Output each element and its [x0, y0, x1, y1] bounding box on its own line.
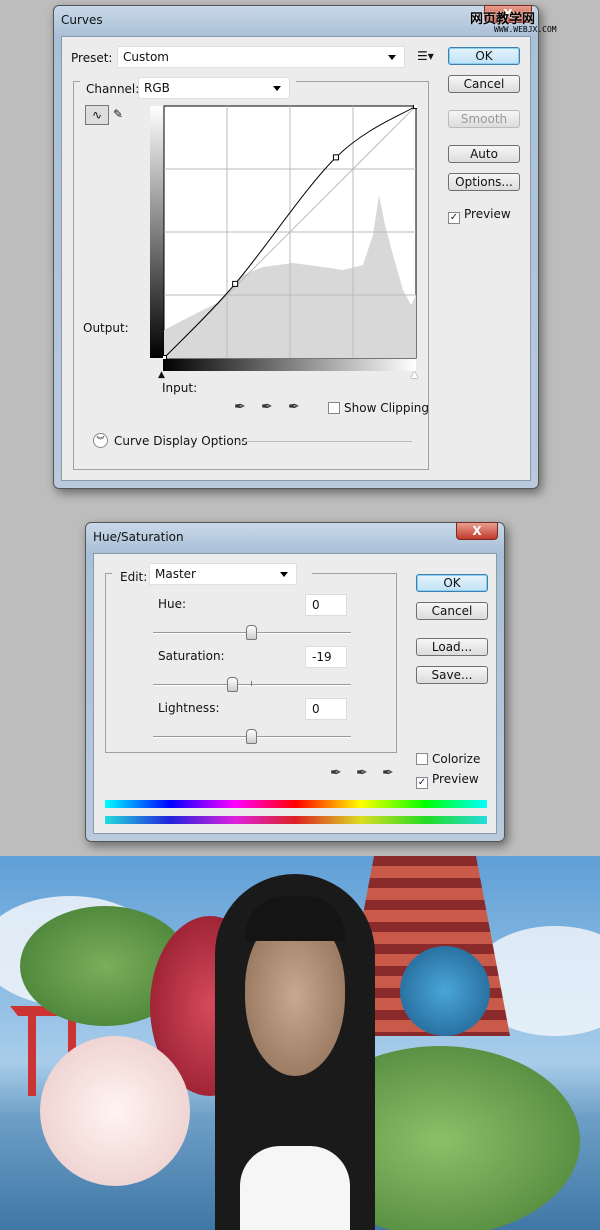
save-button[interactable]: Save... [416, 666, 488, 684]
black-point-slider[interactable]: ▲ [158, 370, 165, 380]
chevron-down-icon [280, 572, 288, 577]
lightness-slider-thumb[interactable] [246, 729, 257, 744]
hue-input[interactable]: 0 [305, 594, 347, 616]
saturation-label: Saturation: [158, 649, 225, 663]
preset-value: Custom [123, 50, 169, 64]
composite-artwork-image [0, 856, 600, 1230]
chevron-down-icon [273, 86, 281, 91]
curves-title: Curves [61, 13, 103, 27]
curve-control-point[interactable] [413, 105, 418, 109]
input-gradient [163, 359, 416, 371]
saturation-slider-track[interactable] [153, 684, 351, 686]
gray-eyedropper-icon[interactable]: ✒ [261, 399, 273, 415]
blue-flower [400, 946, 490, 1036]
white-shirt [240, 1146, 350, 1230]
cancel-button[interactable]: Cancel [448, 75, 520, 93]
lightness-label: Lightness: [158, 701, 220, 715]
curves-dialog: Curves Preset: Custom ☰▾ Channel: RGB ∿ … [53, 5, 539, 489]
output-gradient [150, 106, 164, 358]
curve-control-point[interactable] [232, 280, 239, 287]
input-hue-bar [105, 800, 487, 808]
edit-label: Edit: [120, 570, 148, 584]
auto-button[interactable]: Auto [448, 145, 520, 163]
white-eyedropper-icon[interactable]: ✒ [288, 399, 300, 415]
eyedropper-plus-icon[interactable]: ✒ [356, 765, 368, 781]
preview-checkbox[interactable]: ✓ Preview [448, 207, 511, 224]
curve-graph[interactable] [163, 105, 417, 359]
saturation-slider-thumb[interactable] [227, 677, 238, 692]
white-point-slider[interactable]: ▲ [411, 370, 418, 380]
channel-select[interactable]: RGB [138, 77, 290, 99]
preview-label: Preview [432, 772, 479, 786]
checkbox[interactable] [416, 753, 428, 765]
smooth-button[interactable]: Smooth [448, 110, 520, 128]
hue-slider-thumb[interactable] [246, 625, 257, 640]
checkbox[interactable] [328, 402, 340, 414]
eyedropper-icon[interactable]: ✒ [330, 765, 342, 781]
checkbox-checked[interactable]: ✓ [416, 777, 428, 789]
output-hue-bar [105, 816, 487, 824]
curves-body: Preset: Custom ☰▾ Channel: RGB ∿ ✎ Outpu… [61, 36, 531, 481]
channel-label: Channel: [86, 82, 140, 96]
checkbox-checked[interactable]: ✓ [448, 212, 460, 224]
hue-saturation-dialog: Hue/Saturation X Edit: Master Hue: 0 Sat… [85, 522, 505, 842]
black-eyedropper-icon[interactable]: ✒ [234, 399, 246, 415]
colorize-label: Colorize [432, 752, 481, 766]
input-label: Input: [162, 381, 198, 395]
preset-label: Preset: [71, 51, 113, 65]
saturation-input[interactable]: -19 [305, 646, 347, 668]
saturation-center-tick [251, 681, 252, 686]
edit-group [105, 573, 397, 753]
colorize-checkbox[interactable]: Colorize [416, 752, 480, 766]
channel-value: RGB [144, 81, 170, 95]
edit-select[interactable]: Master [149, 563, 297, 585]
preview-label: Preview [464, 207, 511, 221]
preview-checkbox[interactable]: ✓ Preview [416, 772, 479, 789]
curve-tool-icon[interactable]: ∿ [85, 105, 109, 125]
cancel-button[interactable]: Cancel [416, 602, 488, 620]
hue-label: Hue: [158, 597, 187, 611]
eyedropper-minus-icon[interactable]: ✒ [382, 765, 394, 781]
options-button[interactable]: Options... [448, 173, 520, 191]
show-clipping-checkbox[interactable]: Show Clipping [328, 401, 429, 415]
pencil-icon[interactable]: ✎ [113, 107, 123, 121]
output-label: Output: [83, 321, 129, 335]
curve-control-point[interactable] [332, 154, 339, 161]
watermark-url: WWW.WEBJX.COM [494, 25, 557, 34]
white-orchids [40, 1036, 190, 1186]
close-button[interactable]: X [456, 522, 498, 540]
curve-display-options-label[interactable]: Curve Display Options [114, 434, 248, 448]
expand-icon[interactable]: ︾ [93, 433, 108, 448]
hue-sat-body: Edit: Master Hue: 0 Saturation: -19 Ligh… [93, 553, 497, 834]
divider [238, 441, 412, 442]
hue-sat-title: Hue/Saturation [93, 530, 184, 544]
chevron-down-icon [388, 55, 396, 60]
preset-options-icon[interactable]: ☰▾ [417, 49, 434, 63]
ok-button[interactable]: OK [416, 574, 488, 592]
lightness-input[interactable]: 0 [305, 698, 347, 720]
load-button[interactable]: Load... [416, 638, 488, 656]
preset-select[interactable]: Custom [117, 46, 405, 68]
show-clipping-label: Show Clipping [344, 401, 430, 415]
edit-value: Master [155, 567, 196, 581]
ok-button[interactable]: OK [448, 47, 520, 65]
